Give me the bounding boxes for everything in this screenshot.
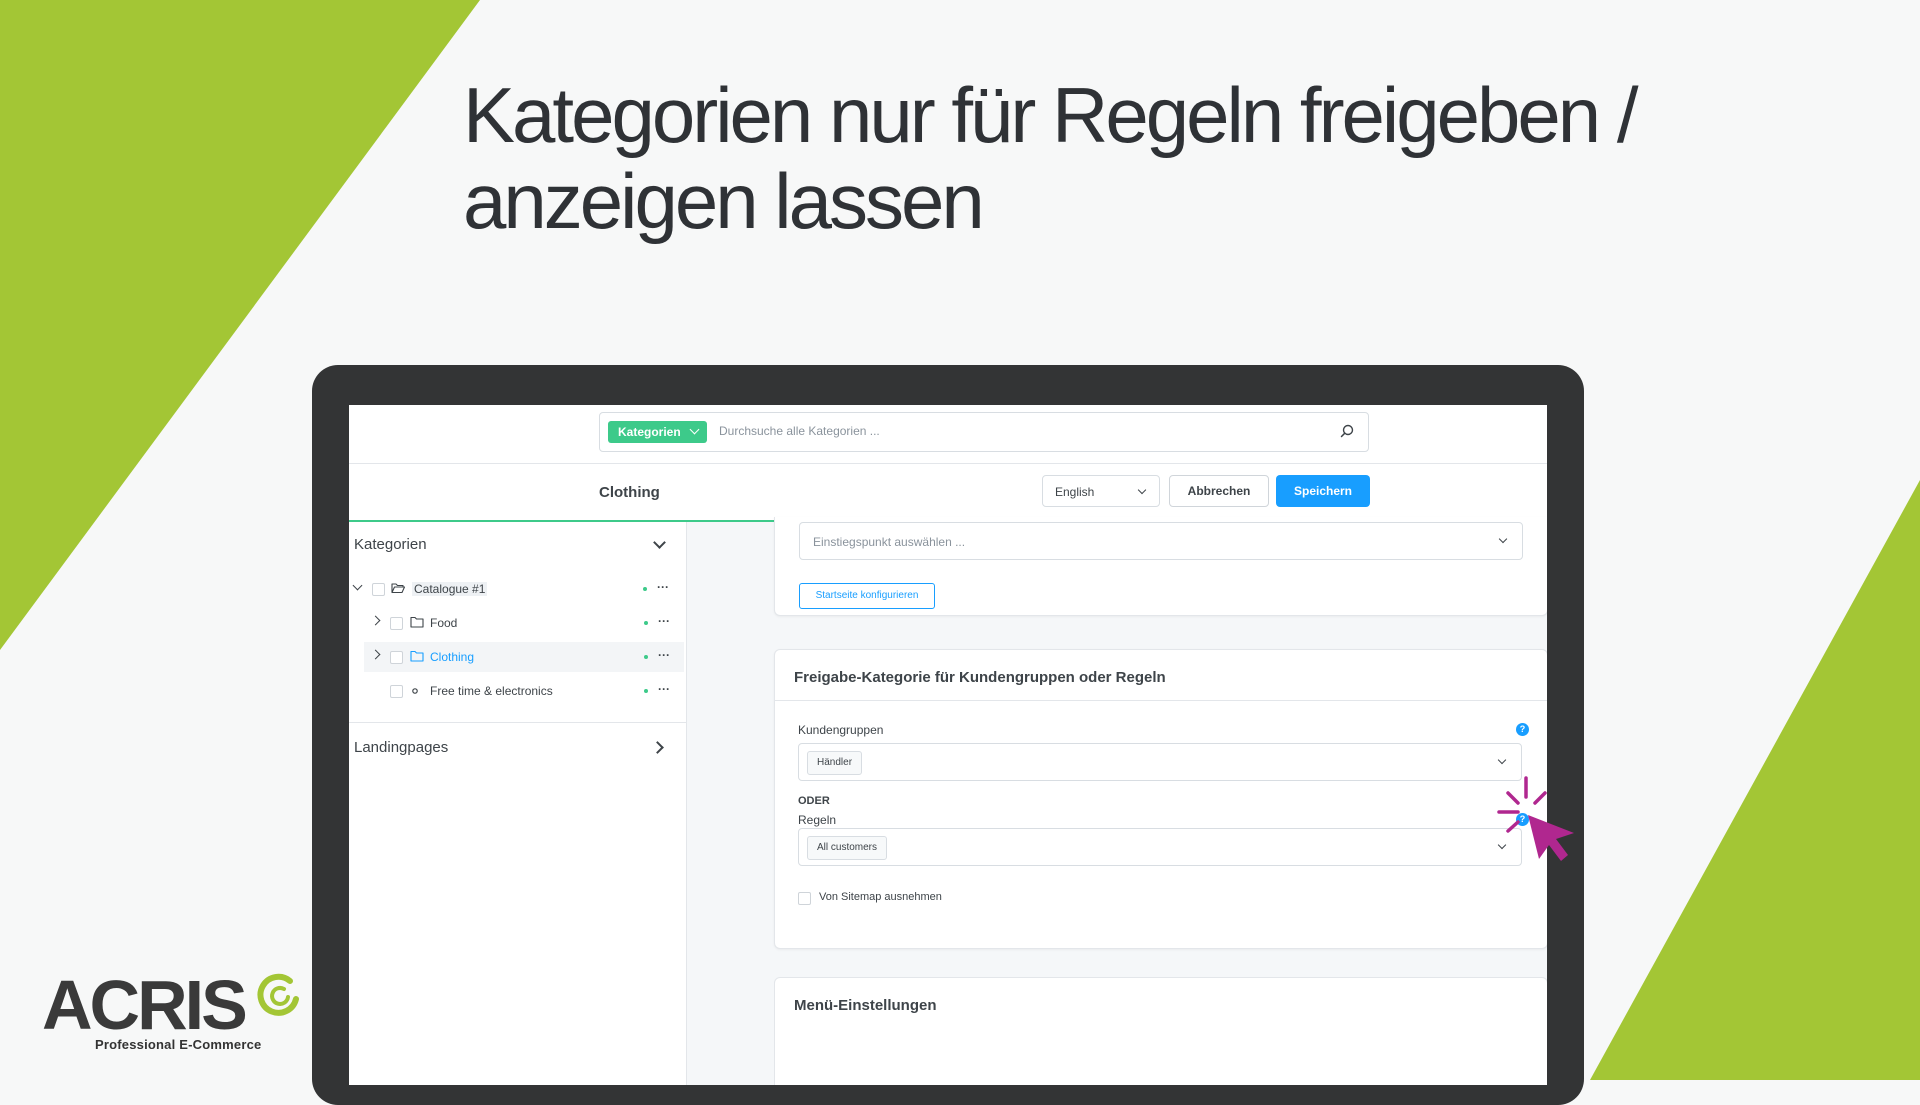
chevron-down-icon[interactable] — [352, 580, 363, 591]
category-sidebar: Kategorien Catalogue #1 ··· Food ··· Clo… — [349, 522, 687, 1085]
cancel-button[interactable]: Abbrechen — [1169, 475, 1269, 507]
tree-item-label: Clothing — [430, 650, 475, 664]
tree-checkbox[interactable] — [390, 617, 403, 630]
more-options-icon[interactable]: ··· — [658, 682, 670, 696]
global-search[interactable]: Kategorien Durchsuche alle Kategorien ..… — [599, 412, 1369, 452]
search-input[interactable]: Durchsuche alle Kategorien ... — [719, 424, 880, 438]
card-title: Menü-Einstellungen — [794, 997, 937, 1014]
tree-checkbox[interactable] — [390, 651, 403, 664]
sidebar-landingpages[interactable]: Landingpages — [354, 739, 448, 756]
save-button[interactable]: Speichern — [1276, 475, 1370, 507]
entry-point-card: Einstiegspunkt auswählen ... Startseite … — [774, 517, 1547, 616]
app-screen: Kategorien Durchsuche alle Kategorien ..… — [349, 405, 1547, 1085]
sidebar-title: Kategorien — [354, 536, 427, 553]
tree-item-label: Catalogue #1 — [412, 582, 488, 596]
action-bar: Clothing English Abbrechen Speichern — [349, 464, 1547, 522]
rules-label: Regeln — [798, 813, 837, 827]
leaf-node-icon — [412, 688, 418, 694]
main-content: Einstiegspunkt auswählen ... Startseite … — [687, 517, 1547, 1085]
active-status-dot — [644, 655, 648, 659]
folder-icon — [410, 616, 424, 628]
folder-icon — [410, 650, 424, 662]
logo-swirl-icon — [257, 973, 299, 1016]
active-status-dot — [644, 689, 648, 693]
click-cursor-icon — [1497, 776, 1574, 861]
customer-groups-label: Kundengruppen — [798, 723, 884, 737]
card-title: Freigabe-Kategorie für Kundengruppen ode… — [794, 669, 1166, 686]
rule-tag[interactable]: All customers — [807, 836, 888, 860]
chevron-down-icon[interactable] — [653, 536, 666, 549]
help-icon[interactable]: ? — [1516, 723, 1529, 736]
chevron-right-icon[interactable] — [370, 649, 381, 660]
chevron-right-icon[interactable] — [651, 741, 664, 754]
tree-checkbox[interactable] — [372, 583, 385, 596]
chevron-down-icon — [689, 424, 700, 435]
headline-line-1: Kategorien nur für Regeln freigeben / — [463, 71, 1638, 159]
sidebar-divider — [349, 722, 686, 723]
card-divider — [775, 700, 1547, 701]
tree-item-label: Free time & electronics — [430, 684, 553, 698]
configure-homepage-button[interactable]: Startseite konfigurieren — [799, 583, 935, 609]
tree-item-label: Food — [430, 616, 458, 630]
chevron-down-icon[interactable] — [1497, 755, 1507, 765]
acris-logo: ACRIS Professional E-Commerce — [42, 965, 302, 1065]
top-search-bar: Kategorien Durchsuche alle Kategorien ..… — [349, 405, 1547, 464]
more-options-icon[interactable]: ··· — [658, 614, 670, 628]
more-options-icon[interactable]: ··· — [658, 648, 670, 662]
entry-point-placeholder: Einstiegspunkt auswählen ... — [813, 535, 966, 549]
page-headline: Kategorien nur für Regeln freigeben / an… — [463, 72, 1783, 244]
active-status-dot — [644, 621, 648, 625]
tree-item-food[interactable]: Food ··· — [364, 608, 684, 638]
tree-item-catalogue[interactable]: Catalogue #1 ··· — [349, 574, 684, 604]
search-scope-label: Kategorien — [618, 425, 681, 439]
headline-line-2: anzeigen lassen — [463, 157, 985, 245]
logo-tagline: Professional E-Commerce — [95, 1037, 262, 1052]
search-icon[interactable] — [1340, 424, 1354, 438]
search-scope-dropdown[interactable]: Kategorien — [608, 421, 707, 443]
language-value: English — [1055, 485, 1095, 499]
language-select[interactable]: English — [1042, 475, 1160, 507]
entry-point-select[interactable]: Einstiegspunkt auswählen ... — [799, 522, 1523, 560]
chevron-down-icon — [1137, 485, 1147, 495]
customer-groups-select[interactable]: Händler — [798, 743, 1522, 781]
green-triangle-right — [1590, 480, 1920, 1080]
active-status-dot — [643, 587, 647, 591]
exclude-sitemap-label[interactable]: Von Sitemap ausnehmen — [819, 891, 942, 903]
menu-settings-card: Menü-Einstellungen — [774, 977, 1547, 1085]
tree-checkbox[interactable] — [390, 685, 403, 698]
chevron-down-icon — [1498, 534, 1508, 544]
chevron-right-icon[interactable] — [370, 615, 381, 626]
customer-group-tag[interactable]: Händler — [807, 751, 863, 775]
exclude-sitemap-checkbox[interactable] — [798, 892, 811, 905]
rules-select[interactable]: All customers — [798, 828, 1522, 866]
page-title: Clothing — [599, 484, 660, 501]
logo-wordmark: ACRIS — [42, 966, 248, 1044]
or-separator: ODER — [798, 795, 830, 807]
tree-item-clothing[interactable]: Clothing ··· — [364, 642, 684, 672]
folder-open-icon — [391, 583, 405, 594]
tree-item-free-time[interactable]: Free time & electronics ··· — [364, 676, 684, 706]
release-category-card: Freigabe-Kategorie für Kundengruppen ode… — [774, 649, 1547, 949]
more-options-icon[interactable]: ··· — [657, 580, 669, 594]
